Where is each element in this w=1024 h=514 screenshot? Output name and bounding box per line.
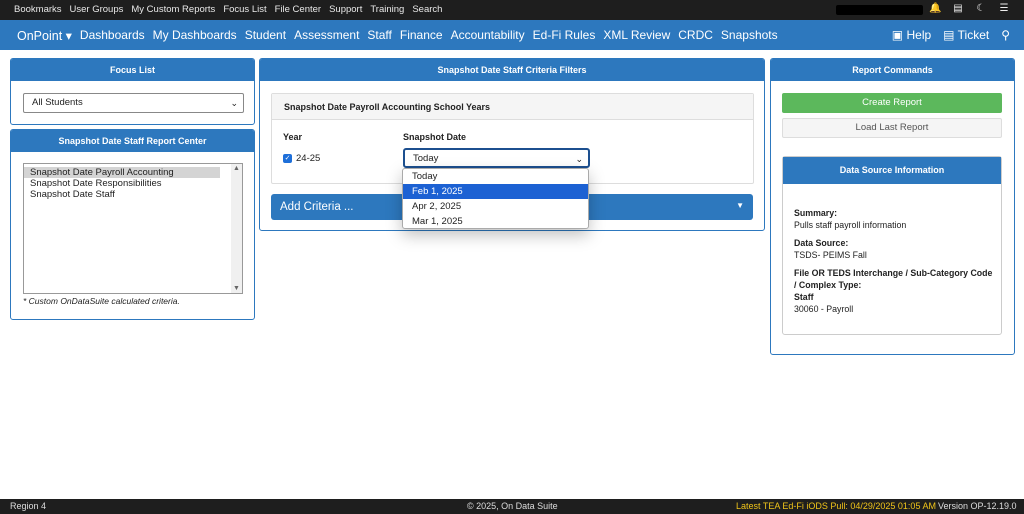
- school-years-title: Snapshot Date Payroll Accounting School …: [272, 94, 753, 120]
- nav-crdc[interactable]: CRDC: [678, 28, 713, 43]
- moon-icon[interactable]: ☾: [975, 3, 987, 14]
- footer-last-pull: Latest TEA Ed-Fi iODS Pull: 04/29/2025 0…: [736, 501, 936, 511]
- footer-copyright: © 2025, On Data Suite: [467, 501, 558, 511]
- data-source-body: Summary: Pulls staff payroll information…: [794, 207, 999, 315]
- report-commands-panel: Report Commands Create Report Load Last …: [770, 58, 1015, 355]
- data-source-value: TSDS- PEIMS Fall: [794, 250, 867, 260]
- scroll-down-icon[interactable]: ▼: [233, 285, 240, 292]
- interchange-value-staff: Staff: [794, 292, 814, 302]
- top-utility-bar: Bookmarks User Groups My Custom Reports …: [0, 0, 1024, 20]
- dropdown-option-mar-1[interactable]: Mar 1, 2025: [403, 214, 588, 229]
- book-icon: ▣: [891, 28, 904, 42]
- nav-student[interactable]: Student: [245, 28, 286, 43]
- year-checkbox[interactable]: ✓: [283, 154, 292, 163]
- caret-down-icon: ▼: [736, 201, 744, 210]
- add-criteria-label: Add Criteria ...: [280, 201, 354, 213]
- top-link-user-groups[interactable]: User Groups: [70, 4, 124, 15]
- search-icon[interactable]: ⚲: [1001, 28, 1010, 42]
- interchange-value-payroll: 30060 - Payroll: [794, 304, 854, 314]
- nav-dashboards[interactable]: Dashboards: [80, 28, 145, 43]
- report-center-title: Snapshot Date Staff Report Center: [11, 130, 254, 152]
- interchange-label-cont: / Complex Type:: [794, 280, 862, 290]
- nav-ed-fi-rules[interactable]: Ed-Fi Rules: [533, 28, 596, 43]
- summary-label: Summary:: [794, 208, 838, 218]
- nav-staff[interactable]: Staff: [367, 28, 391, 43]
- report-option[interactable]: Snapshot Date Payroll Accounting: [24, 167, 220, 178]
- nav-snapshots[interactable]: Snapshots: [721, 28, 778, 43]
- focus-list-select[interactable]: All Students ⌄: [23, 93, 244, 113]
- snapshot-date-value: Today: [413, 153, 439, 164]
- snapshot-date-dropdown: Today Feb 1, 2025 Apr 2, 2025 Mar 1, 202…: [402, 168, 589, 229]
- print-icon[interactable]: ▤: [952, 3, 964, 14]
- snapshot-date-label: Snapshot Date: [403, 132, 467, 142]
- dropdown-option-feb-1[interactable]: Feb 1, 2025: [403, 184, 588, 199]
- bell-icon[interactable]: 🔔: [929, 3, 941, 14]
- ticket-icon: ▤: [943, 28, 955, 42]
- ticket-link[interactable]: ▤ Ticket: [943, 28, 989, 42]
- nav-my-dashboards[interactable]: My Dashboards: [153, 28, 237, 43]
- main-nav: OnPoint ▾ Dashboards My Dashboards Stude…: [0, 20, 1024, 50]
- listbox-scrollbar[interactable]: ▲ ▼: [231, 164, 242, 293]
- report-option[interactable]: Snapshot Date Responsibilities: [24, 178, 220, 189]
- report-option[interactable]: Snapshot Date Staff: [24, 189, 220, 200]
- footer: Region 4 © 2025, On Data Suite Latest TE…: [0, 499, 1024, 514]
- focus-list-value: All Students: [32, 97, 83, 108]
- help-link[interactable]: ▣ Help: [892, 28, 931, 42]
- year-value: 24-25: [296, 153, 321, 164]
- data-source-panel: Data Source Information Summary: Pulls s…: [782, 156, 1002, 335]
- top-link-file-center[interactable]: File Center: [275, 4, 321, 15]
- chevron-down-icon: ⌄: [230, 98, 238, 108]
- focus-list-title: Focus List: [11, 59, 254, 81]
- scroll-up-icon[interactable]: ▲: [233, 165, 240, 172]
- dropdown-option-apr-2[interactable]: Apr 2, 2025: [403, 199, 588, 214]
- create-report-button[interactable]: Create Report: [782, 93, 1002, 113]
- year-label: Year: [283, 132, 303, 142]
- top-link-search[interactable]: Search: [412, 4, 442, 15]
- report-center-panel: Snapshot Date Staff Report Center Snapsh…: [10, 129, 255, 320]
- criteria-title: Snapshot Date Staff Criteria Filters: [260, 59, 764, 81]
- report-commands-title: Report Commands: [771, 59, 1014, 81]
- nav-xml-review[interactable]: XML Review: [603, 28, 670, 43]
- custom-criteria-note: * Custom OnDataSuite calculated criteria…: [23, 296, 180, 306]
- top-link-support[interactable]: Support: [329, 4, 362, 15]
- top-link-training[interactable]: Training: [370, 4, 404, 15]
- nav-assessment[interactable]: Assessment: [294, 28, 359, 43]
- nav-finance[interactable]: Finance: [400, 28, 443, 43]
- top-link-bookmarks[interactable]: Bookmarks: [14, 4, 62, 15]
- load-last-report-button[interactable]: Load Last Report: [782, 118, 1002, 138]
- summary-value: Pulls staff payroll information: [794, 220, 907, 230]
- dropdown-option-today[interactable]: Today: [403, 169, 588, 184]
- footer-region: Region 4: [10, 501, 47, 511]
- menu-icon[interactable]: ☰: [998, 3, 1010, 14]
- data-source-title: Data Source Information: [783, 157, 1001, 184]
- help-label: Help: [906, 28, 932, 42]
- nav-onpoint-menu[interactable]: OnPoint ▾: [17, 28, 72, 43]
- report-listbox[interactable]: Snapshot Date Payroll Accounting Snapsho…: [23, 163, 243, 294]
- interchange-label: File OR TEDS Interchange / Sub-Category …: [794, 268, 993, 278]
- nav-accountability[interactable]: Accountability: [451, 28, 525, 43]
- focus-list-panel: Focus List All Students ⌄: [10, 58, 255, 125]
- snapshot-date-select[interactable]: Today ⌄: [403, 148, 590, 168]
- redacted-user-name: [836, 5, 923, 15]
- data-source-label: Data Source:: [794, 238, 849, 248]
- chevron-down-icon: ⌄: [575, 154, 583, 164]
- ticket-label: Ticket: [957, 28, 990, 42]
- footer-version: Version OP-12.19.0: [938, 501, 1017, 511]
- top-link-my-custom-reports[interactable]: My Custom Reports: [131, 4, 215, 15]
- top-link-focus-list[interactable]: Focus List: [223, 4, 266, 15]
